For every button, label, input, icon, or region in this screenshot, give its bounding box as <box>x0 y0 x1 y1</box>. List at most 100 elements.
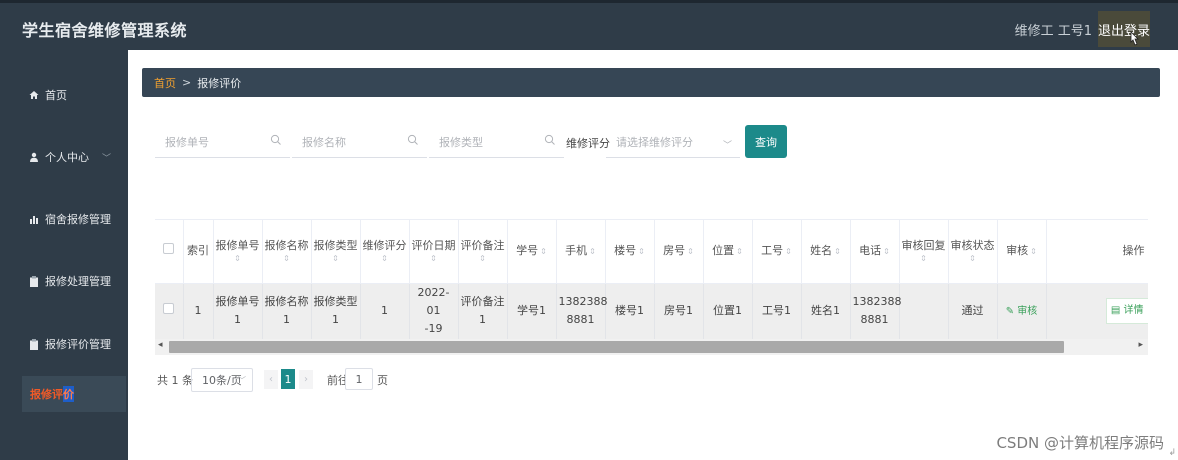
query-button[interactable]: 查询 <box>745 125 787 158</box>
user-icon <box>28 152 40 162</box>
cell-name: 报修名称 1 <box>262 283 312 339</box>
next-page-button[interactable]: › <box>299 370 313 389</box>
cell-building: 楼号1 <box>605 283 655 339</box>
clipboard-icon <box>28 338 40 350</box>
column-header-date[interactable]: 评价日期 ⇕ <box>409 220 459 284</box>
scroll-left-arrow-icon[interactable]: ◂ <box>158 340 163 350</box>
page-number-button[interactable]: 1 <box>281 369 295 389</box>
scrollbar-thumb[interactable] <box>169 341 1064 353</box>
home-icon <box>28 90 40 100</box>
chevron-down-icon: ﹀ <box>101 153 111 164</box>
cell-tel: 1382388 8881 <box>850 283 902 339</box>
sort-icon[interactable]: ⇕ <box>1030 247 1037 256</box>
goto-page-input[interactable] <box>345 368 373 390</box>
breadcrumb-current: 报修评价 <box>197 76 242 90</box>
chevron-down-icon: ﹀ <box>101 215 111 226</box>
sort-icon[interactable]: ⇕ <box>902 254 946 264</box>
column-header-phone[interactable]: 手机 ⇕ <box>556 220 606 284</box>
sort-icon[interactable]: ⇕ <box>638 247 645 256</box>
corner-mark-icon: ↲ <box>1168 448 1176 458</box>
sort-icon[interactable]: ⇕ <box>412 254 456 264</box>
select-all-cell[interactable] <box>155 220 184 284</box>
column-header-index: 索引 <box>183 220 214 284</box>
sidebar: 首页 个人中心 ﹀ 宿舍报修管理 ﹀ 报修处理管理 ﹀ 报修评价管理 ﹀ 报修评… <box>0 50 128 460</box>
sidebar-subitem-repair-rating[interactable]: 报修评价 <box>22 376 126 412</box>
sidebar-item-profile[interactable]: 个人中心 ﹀ <box>0 137 128 177</box>
sort-icon[interactable]: ⇕ <box>834 247 841 256</box>
search-icon <box>544 134 555 145</box>
sort-icon[interactable]: ⇕ <box>736 247 743 256</box>
sidebar-item-label: 首页 <box>45 89 67 102</box>
row-checkbox[interactable] <box>163 303 175 315</box>
audit-link[interactable]: ✎ 审核 <box>1006 306 1038 317</box>
cell-status: 通过 <box>948 283 998 339</box>
cell-audit: ✎ 审核 <box>997 283 1047 339</box>
sidebar-item-repair-processing[interactable]: 报修处理管理 ﹀ <box>0 261 128 301</box>
sort-icon[interactable]: ⇕ <box>785 247 792 256</box>
column-header-order-no[interactable]: 报修单号 ⇕ <box>213 220 263 284</box>
column-header-worker-name[interactable]: 姓名 ⇕ <box>801 220 851 284</box>
table-header-row: 索引 报修单号 ⇕ 报修名称 ⇕ 报修类型 ⇕ 维修评分 ⇕ 评价日期 ⇕ 评价备注 ⇕ 学… <box>155 220 1148 284</box>
sort-icon[interactable]: ⇕ <box>540 247 547 256</box>
column-header-room[interactable]: 房号 ⇕ <box>654 220 704 284</box>
sort-icon[interactable]: ⇕ <box>883 247 890 256</box>
column-header-student-no[interactable]: 学号 ⇕ <box>507 220 557 284</box>
clipboard-icon <box>28 275 40 287</box>
page-size-value: 10条/页 <box>202 374 242 387</box>
rating-select-placeholder: 请选择维修评分 <box>616 136 693 149</box>
sort-icon[interactable]: ⇕ <box>589 247 596 256</box>
sidebar-item-repair-management[interactable]: 宿舍报修管理 ﹀ <box>0 199 128 239</box>
top-bar: 学生宿舍维修管理系统 维修工 工号1 退出登录 <box>0 0 1178 50</box>
column-header-status[interactable]: 审核状态 ⇕ <box>948 220 998 284</box>
cell-date: 2022-01 -19 <box>409 283 459 339</box>
column-header-name[interactable]: 报修名称 ⇕ <box>262 220 312 284</box>
rating-table: 索引 报修单号 ⇕ 报修名称 ⇕ 报修类型 ⇕ 维修评分 ⇕ 评价日期 ⇕ 评价备注 ⇕ 学… <box>155 219 1148 358</box>
breadcrumb-home-link[interactable]: 首页 <box>154 75 176 91</box>
column-header-tel[interactable]: 电话 ⇕ <box>850 220 900 284</box>
column-header-type[interactable]: 报修类型 ⇕ <box>311 220 361 284</box>
chevron-left-icon: ‹ <box>269 374 273 385</box>
column-header-rating[interactable]: 维修评分 ⇕ <box>360 220 410 284</box>
scroll-right-arrow-icon[interactable]: ▸ <box>1138 340 1143 350</box>
logout-button[interactable]: 退出登录 <box>1098 11 1150 47</box>
sidebar-item-home[interactable]: 首页 <box>0 75 128 115</box>
rating-select[interactable]: 请选择维修评分 ﹀ <box>606 127 740 158</box>
pagination-total: 共 1 条 <box>157 374 193 387</box>
cell-remark: 评价备注 1 <box>458 283 508 339</box>
watermark-text: CSDN @计算机程序源码 <box>996 434 1164 452</box>
row-select-cell[interactable] <box>155 283 184 339</box>
column-header-reply[interactable]: 审核回复 ⇕ <box>899 220 949 284</box>
sidebar-subitem-label-highlight: 价 <box>63 386 74 402</box>
detail-button[interactable]: ▤ 详情 <box>1105 298 1148 325</box>
cell-reply <box>899 283 949 339</box>
table-horizontal-scrollbar[interactable]: ◂ ▸ <box>155 339 1148 355</box>
column-header-location[interactable]: 位置 ⇕ <box>703 220 753 284</box>
sort-icon[interactable]: ⇕ <box>314 254 358 264</box>
column-header-audit[interactable]: 审核 ⇕ <box>997 220 1047 284</box>
chevron-down-icon: ﹀ <box>238 376 246 385</box>
sort-icon[interactable]: ⇕ <box>265 254 309 264</box>
cell-index: 1 <box>183 283 214 339</box>
column-header-remark[interactable]: 评价备注 ⇕ <box>458 220 508 284</box>
column-header-worker-no[interactable]: 工号 ⇕ <box>752 220 802 284</box>
sort-icon[interactable]: ⇕ <box>687 247 694 256</box>
page-size-select[interactable]: 10条/页 ﹀ <box>191 368 253 392</box>
current-user-label: 维修工 工号1 <box>1014 24 1092 39</box>
breadcrumb-separator: > <box>182 76 192 89</box>
sidebar-item-rating-management[interactable]: 报修评价管理 ﹀ <box>0 324 128 364</box>
cell-order-no: 报修单号 1 <box>213 283 263 339</box>
column-header-building[interactable]: 楼号 ⇕ <box>605 220 655 284</box>
cell-actions: ▤ 详情 <box>1046 283 1148 339</box>
cell-phone: 1382388 8881 <box>556 283 608 339</box>
chevron-down-icon: ﹀ <box>101 340 111 351</box>
cell-worker-name: 姓名1 <box>801 283 851 339</box>
cell-type: 报修类型 1 <box>311 283 361 339</box>
sort-icon[interactable]: ⇕ <box>951 254 995 264</box>
column-header-actions: 操作 <box>1046 220 1148 284</box>
sort-icon[interactable]: ⇕ <box>363 254 407 264</box>
select-all-checkbox[interactable] <box>163 243 175 255</box>
sort-icon[interactable]: ⇕ <box>461 254 505 264</box>
sort-icon[interactable]: ⇕ <box>216 254 260 264</box>
prev-page-button[interactable]: ‹ <box>264 370 278 389</box>
cell-location: 位置1 <box>703 283 753 339</box>
